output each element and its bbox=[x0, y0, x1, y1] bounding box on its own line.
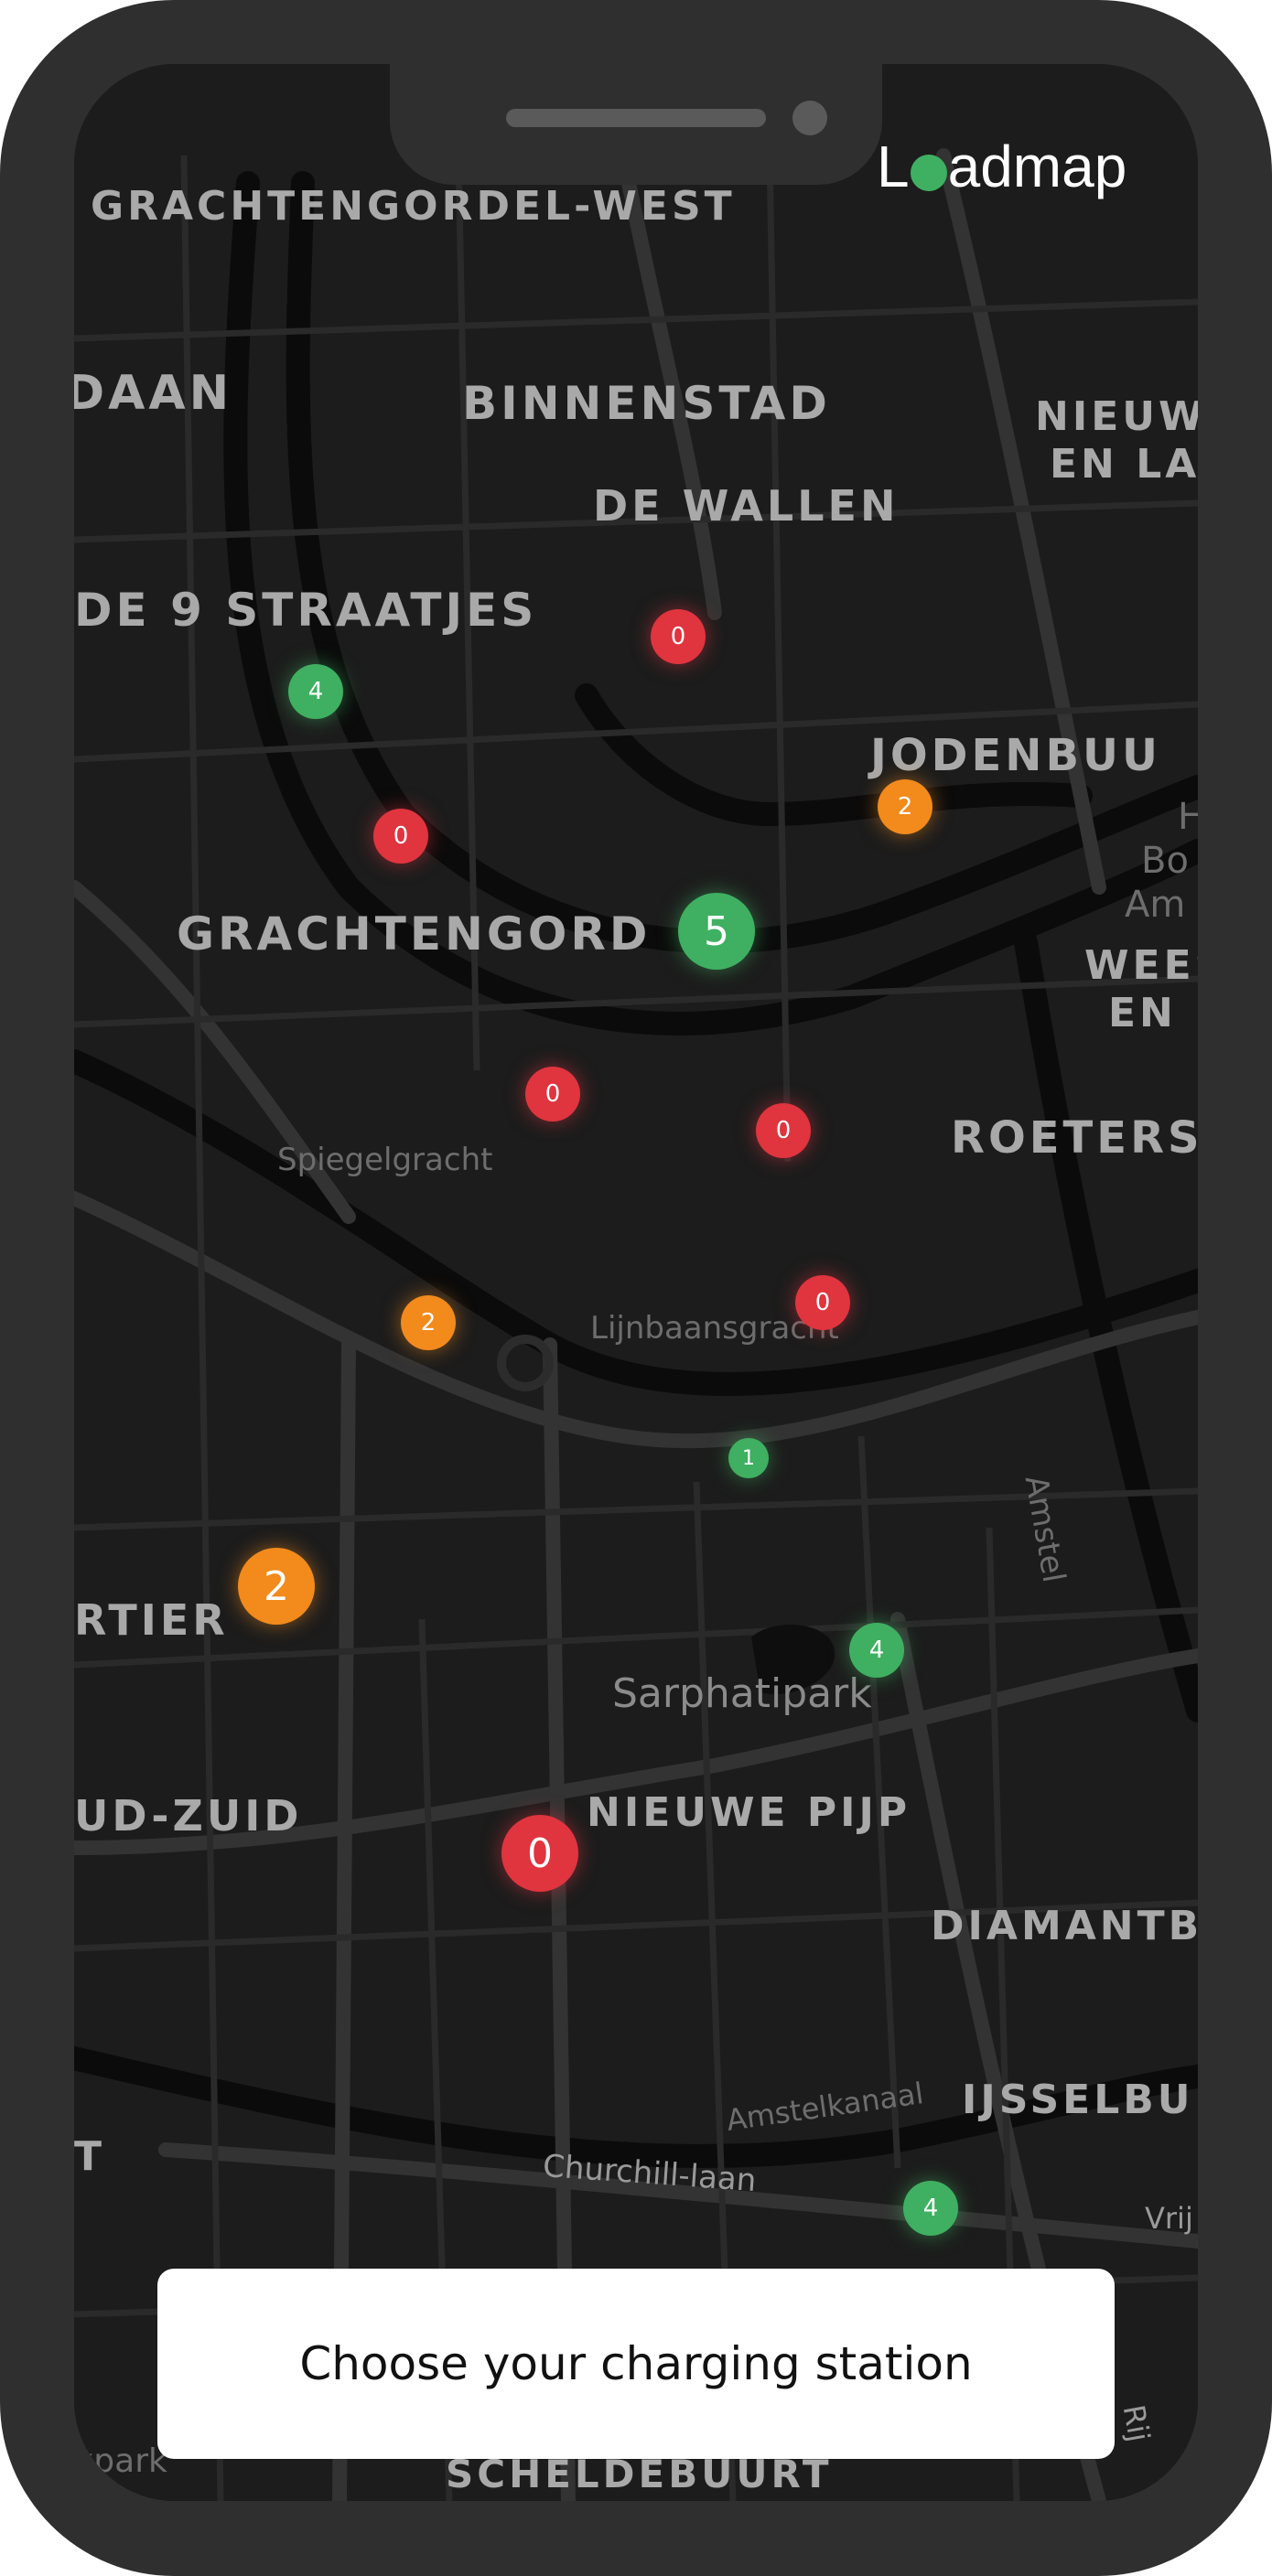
street-label: xpark bbox=[74, 2442, 167, 2480]
area-label: RTIER bbox=[74, 1595, 229, 1645]
station-marker[interactable]: 4 bbox=[849, 1623, 904, 1678]
station-marker[interactable]: 0 bbox=[501, 1815, 578, 1892]
area-label: T bbox=[74, 2133, 106, 2180]
station-marker[interactable]: 0 bbox=[756, 1103, 811, 1158]
area-label: JODENBUU bbox=[870, 730, 1162, 781]
camera-icon bbox=[792, 101, 827, 135]
area-label: BINNENSTAD bbox=[462, 377, 831, 430]
area-label: GRACHTENGORDEL-WEST bbox=[91, 183, 736, 230]
station-marker[interactable]: 0 bbox=[651, 609, 706, 664]
area-label: NIEUWE PIJP bbox=[587, 1789, 911, 1836]
area-label: ROETERS bbox=[951, 1112, 1198, 1164]
park-label: Sarphatipark bbox=[612, 1670, 872, 1717]
area-label: DE WALLEN bbox=[593, 481, 900, 531]
station-marker[interactable]: 2 bbox=[401, 1295, 456, 1350]
station-marker[interactable]: 1 bbox=[728, 1438, 769, 1478]
station-marker[interactable]: 4 bbox=[288, 664, 343, 719]
street-label: Am bbox=[1125, 884, 1186, 926]
choose-station-button[interactable]: Choose your charging station bbox=[157, 2269, 1115, 2459]
logo-text-end: admap bbox=[947, 134, 1127, 199]
area-label: DIAMANTB bbox=[931, 1903, 1198, 1949]
station-marker[interactable]: 0 bbox=[373, 809, 428, 864]
street-label: Vrij bbox=[1145, 2201, 1193, 2236]
area-label: EN I bbox=[1108, 990, 1198, 1036]
station-marker[interactable]: 2 bbox=[878, 779, 932, 834]
logo-dot-icon bbox=[910, 155, 947, 191]
logo-text-start: L bbox=[877, 134, 910, 199]
street-label: Spiegelgracht bbox=[277, 1142, 493, 1178]
phone-frame: GRACHTENGORDEL-WEST DAAN BINNENSTAD DE W… bbox=[0, 0, 1272, 2576]
area-label: WEES bbox=[1084, 942, 1198, 989]
station-marker[interactable]: 2 bbox=[238, 1548, 315, 1625]
area-label: DE 9 STRAATJES bbox=[74, 584, 538, 637]
choose-station-label: Choose your charging station bbox=[299, 2337, 973, 2390]
speaker-grille bbox=[506, 109, 766, 127]
street-label: Rij bbox=[1116, 2402, 1157, 2445]
station-marker[interactable]: 5 bbox=[678, 893, 755, 970]
area-label: NIEUW bbox=[1035, 393, 1198, 440]
street-label: H bbox=[1178, 796, 1198, 838]
street-label: Bo bbox=[1141, 840, 1189, 882]
station-marker[interactable]: 0 bbox=[795, 1275, 850, 1330]
app-logo: Ladmap bbox=[877, 130, 1126, 203]
area-label: GRACHTENGORD bbox=[177, 907, 652, 961]
station-marker[interactable]: 4 bbox=[903, 2181, 958, 2236]
map-view[interactable]: GRACHTENGORDEL-WEST DAAN BINNENSTAD DE W… bbox=[74, 64, 1198, 2501]
area-label: EN LA bbox=[1050, 441, 1198, 488]
station-marker[interactable]: 0 bbox=[525, 1067, 580, 1122]
area-label: DAAN bbox=[74, 366, 233, 421]
area-label: IJSSELBU bbox=[962, 2077, 1194, 2123]
area-label: UD-ZUID bbox=[74, 1791, 303, 1841]
